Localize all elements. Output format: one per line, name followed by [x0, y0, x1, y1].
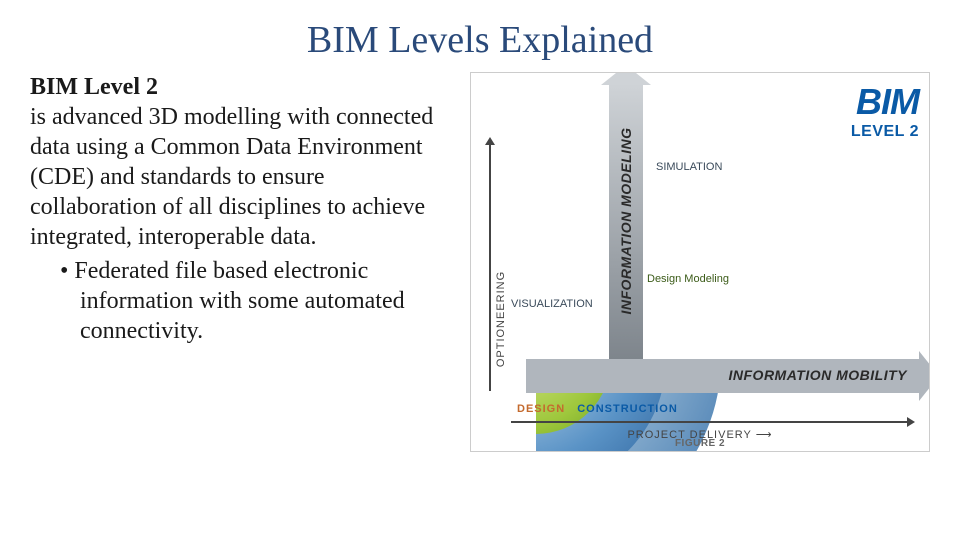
label-analytical: Analytical Modeling [751, 203, 846, 215]
bullet-item: Federated file based electronic informat… [30, 256, 450, 346]
info-mobility-label: INFORMATION MOBILITY [729, 367, 908, 383]
badge-level: LEVEL 2 [851, 123, 919, 141]
figure-caption: FIGURE 2 [471, 438, 929, 449]
label-construction-modeling: Construction Modeling [761, 268, 870, 280]
text-column: BIM Level 2 is advanced 3D modelling wit… [30, 72, 450, 452]
phase-construction: CONSTRUCTION [571, 401, 684, 417]
phase-design: DESIGN [511, 401, 571, 417]
info-modeling-label: INFORMATION MODELING [618, 127, 634, 314]
info-mobility-arrow: INFORMATION MOBILITY [526, 359, 921, 393]
phase-bar: DESIGN CONSTRUCTION [511, 401, 909, 417]
label-visualization: VISUALIZATION [511, 298, 593, 310]
x-axis [511, 421, 909, 423]
diagram: BIM LEVEL 2 INFORMATION MODELING INFORMA… [470, 72, 930, 452]
content-row: BIM Level 2 is advanced 3D modelling wit… [0, 72, 960, 452]
slide-title: BIM Levels Explained [0, 0, 960, 72]
info-modeling-arrow: INFORMATION MODELING [609, 83, 643, 359]
label-simulation: SIMULATION [656, 161, 722, 173]
y-axis: OPTIONEERING [479, 143, 503, 391]
badge-bim: BIM [851, 81, 919, 123]
subheading: BIM Level 2 [30, 74, 158, 100]
body-text: is advanced 3D modelling with connected … [30, 104, 433, 250]
bim-badge: BIM LEVEL 2 [851, 81, 919, 141]
label-design-modeling: Design Modeling [647, 273, 729, 285]
y-axis-label: OPTIONEERING [495, 249, 507, 389]
